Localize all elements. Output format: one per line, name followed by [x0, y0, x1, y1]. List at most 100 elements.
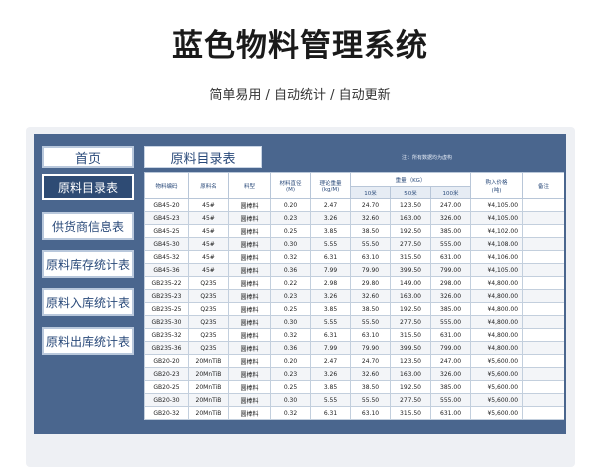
table-cell: 2.47	[310, 198, 351, 212]
col-header-50m: 50米	[390, 186, 431, 199]
table-cell: ¥5,600.00	[470, 367, 524, 381]
table-row[interactable]: GB20-25 20MnTiB 圆棒料 0.25 3.85 38.50 192.50 385.…	[144, 380, 564, 394]
table-cell: 2.47	[310, 354, 351, 368]
table-cell: GB20-32	[144, 406, 189, 420]
nav-inbound-stats[interactable]: 原料入库统计表	[42, 288, 134, 316]
table-cell: ¥4,102.00	[470, 224, 524, 238]
col-header-code: 物料编码	[144, 172, 189, 199]
nav-inventory-stats[interactable]: 原料库存统计表	[42, 250, 134, 278]
table-row[interactable]: GB45-36 45# 圆棒料 0.36 7.99 79.90 399.50 799.00 ¥4…	[144, 263, 564, 277]
col-header-10m: 10米	[350, 186, 391, 199]
table-cell: 385.00	[429, 302, 472, 316]
page-title: 蓝色物料管理系统	[172, 28, 428, 64]
col-header-price: 购入价格 (吨)	[470, 172, 524, 199]
table-cell	[522, 406, 564, 420]
table-row[interactable]: GB20-30 20MnTiB 圆棒料 0.30 5.55 55.50 277.50 555.…	[144, 393, 564, 407]
table-cell: 45#	[188, 237, 229, 251]
table-cell: 0.25	[270, 380, 311, 394]
table-row[interactable]: GB45-20 45# 圆棒料 0.20 2.47 24.70 123.50 247.00 ¥4…	[144, 198, 564, 212]
table-cell: 326.00	[429, 211, 472, 225]
table-row[interactable]: GB45-25 45# 圆棒料 0.25 3.85 38.50 192.50 385.00 ¥4…	[144, 224, 564, 238]
table-cell: 799.00	[429, 263, 472, 277]
table-cell: 45#	[188, 224, 229, 238]
table-cell: 192.50	[390, 224, 431, 238]
table-cell: 55.50	[350, 237, 391, 251]
table-cell: 圆棒料	[228, 276, 271, 290]
table-cell: ¥4,106.00	[470, 250, 524, 264]
table-cell: Q235	[188, 328, 229, 342]
table-cell: 3.26	[310, 289, 351, 303]
col-header-diameter: 材料直径 (M)	[270, 172, 311, 199]
table-cell: 0.22	[270, 276, 311, 290]
data-note: 注：所有数据均为虚构	[402, 155, 453, 161]
table-row[interactable]: GB45-23 45# 圆棒料 0.23 3.26 32.60 163.00 326.00 ¥4…	[144, 211, 564, 225]
table-cell: 0.32	[270, 406, 311, 420]
table-cell: 20MnTiB	[188, 354, 229, 368]
table-cell: 圆棒料	[228, 302, 271, 316]
table-row[interactable]: GB235-23 Q235 圆棒料 0.23 3.26 32.60 163.00 326.00…	[144, 289, 564, 303]
table-cell: ¥4,800.00	[470, 341, 524, 355]
table-cell: 45#	[188, 211, 229, 225]
table-cell: 圆棒料	[228, 328, 271, 342]
table-cell	[522, 198, 564, 212]
table-cell: GB20-23	[144, 367, 189, 381]
table-cell	[522, 237, 564, 251]
table-row[interactable]: GB45-32 45# 圆棒料 0.32 6.31 63.10 315.50 631.00 ¥4…	[144, 250, 564, 264]
table-cell: 326.00	[429, 367, 472, 381]
table-cell: ¥4,105.00	[470, 198, 524, 212]
nav-outbound-stats[interactable]: 原料出库统计表	[42, 327, 134, 355]
table-cell: 79.90	[350, 341, 391, 355]
table-cell: 247.00	[429, 354, 472, 368]
table-cell: 631.00	[429, 250, 472, 264]
table-cell: 圆棒料	[228, 406, 271, 420]
table-cell: 799.00	[429, 341, 472, 355]
table-cell: 圆棒料	[228, 250, 271, 264]
sidebar: 首页 原料目录表 供货商信息表 原料库存统计表 原料入库统计表 原料出库统计表	[34, 134, 138, 434]
table-cell: 192.50	[390, 302, 431, 316]
material-table-wrap: 物料编码 原料名 料型 材料直径 (M) 理论重量 (kg/M) 重量（KG） …	[144, 172, 564, 434]
page-subtitle: 简单易用 / 自动统计 / 自动更新	[209, 88, 391, 103]
table-cell: 555.00	[429, 393, 472, 407]
table-row[interactable]: GB235-32 Q235 圆棒料 0.32 6.31 63.10 315.50 631.00…	[144, 328, 564, 342]
table-cell: 0.23	[270, 289, 311, 303]
nav-home-button[interactable]: 首页	[42, 146, 134, 168]
table-row[interactable]: GB20-23 20MnTiB 圆棒料 0.23 3.26 32.60 163.00 326.…	[144, 367, 564, 381]
table-cell: 0.30	[270, 315, 311, 329]
col-header-theory-weight: 理论重量 (kg/M)	[310, 172, 351, 199]
table-row[interactable]: GB235-30 Q235 圆棒料 0.30 5.55 55.50 277.50 555.00…	[144, 315, 564, 329]
table-row[interactable]: GB235-22 Q235 圆棒料 0.22 2.98 29.80 149.00 298.00…	[144, 276, 564, 290]
table-cell: 6.31	[310, 250, 351, 264]
table-row[interactable]: GB20-32 20MnTiB 圆棒料 0.32 6.31 63.10 315.50 631.…	[144, 406, 564, 420]
nav-supplier-info[interactable]: 供货商信息表	[42, 212, 134, 240]
table-cell: GB45-23	[144, 211, 189, 225]
table-cell: 32.60	[350, 289, 391, 303]
table-cell: 45#	[188, 263, 229, 277]
table-cell: 555.00	[429, 237, 472, 251]
table-cell: 2.98	[310, 276, 351, 290]
table-cell: GB20-30	[144, 393, 189, 407]
col-header-100m: 100米	[429, 186, 472, 199]
table-row[interactable]: GB45-30 45# 圆棒料 0.30 5.55 55.50 277.50 555.00 ¥4…	[144, 237, 564, 251]
table-row[interactable]: GB20-20 20MnTiB 圆棒料 0.20 2.47 24.70 123.50 247.…	[144, 354, 564, 368]
table-cell: 32.60	[350, 367, 391, 381]
table-cell: 45#	[188, 250, 229, 264]
table-cell: 20MnTiB	[188, 393, 229, 407]
table-row[interactable]: GB235-36 Q235 圆棒料 0.36 7.99 79.90 399.50 799.00…	[144, 341, 564, 355]
table-cell: ¥4,105.00	[470, 211, 524, 225]
table-cell: 123.50	[390, 198, 431, 212]
table-cell: 277.50	[390, 315, 431, 329]
table-cell: 0.25	[270, 302, 311, 316]
table-cell: Q235	[188, 302, 229, 316]
table-cell	[522, 341, 564, 355]
table-cell: 圆棒料	[228, 393, 271, 407]
table-cell: 5.55	[310, 315, 351, 329]
table-cell: 38.50	[350, 302, 391, 316]
table-cell: 24.70	[350, 198, 391, 212]
nav-material-catalog[interactable]: 原料目录表	[42, 174, 134, 200]
table-cell: 247.00	[429, 198, 472, 212]
table-cell: 0.36	[270, 263, 311, 277]
table-cell: 55.50	[350, 315, 391, 329]
table-row[interactable]: GB235-25 Q235 圆棒料 0.25 3.85 38.50 192.50 385.00…	[144, 302, 564, 316]
table-cell: GB235-22	[144, 276, 189, 290]
table-cell: 圆棒料	[228, 237, 271, 251]
